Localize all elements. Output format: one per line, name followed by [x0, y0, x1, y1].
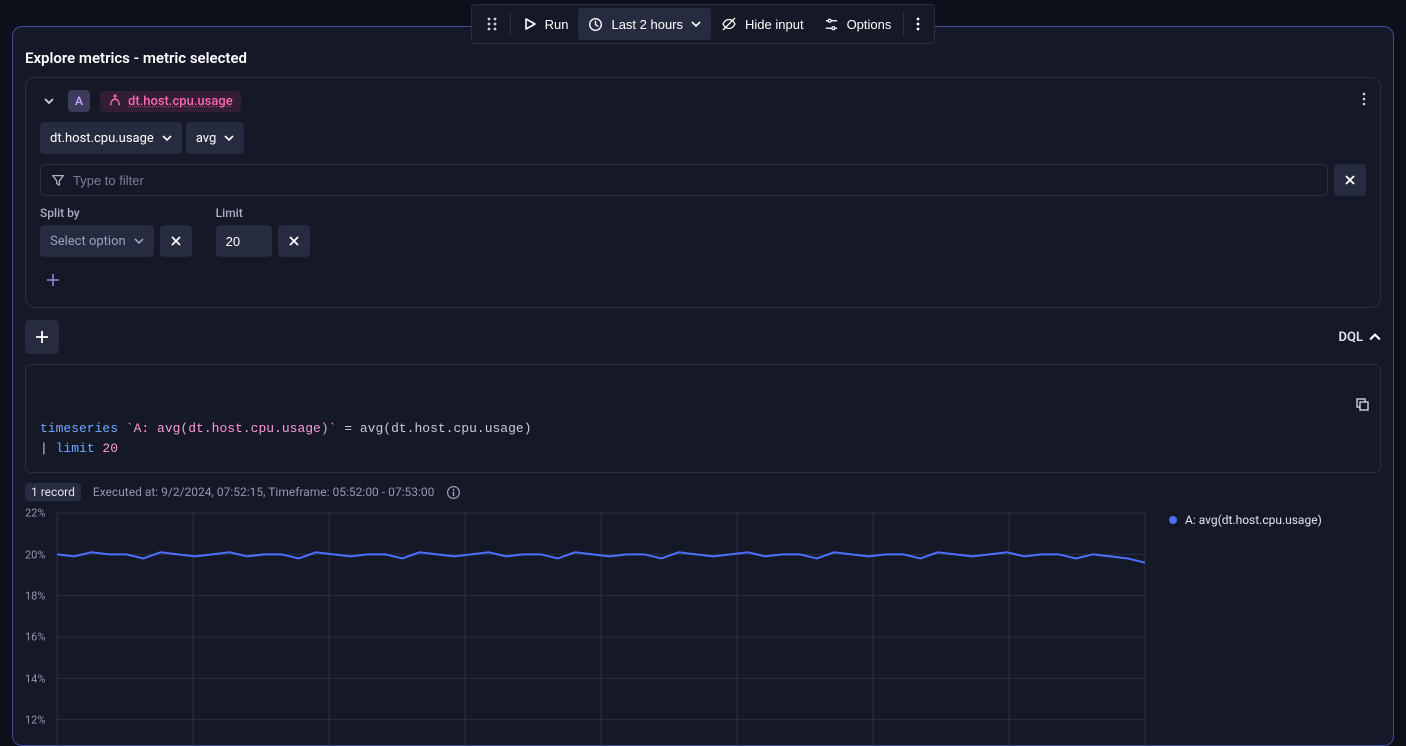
- sliders-icon: [824, 17, 839, 32]
- chevron-down-icon: [224, 133, 234, 143]
- add-split-button[interactable]: [40, 267, 66, 293]
- copy-button[interactable]: [1307, 375, 1370, 440]
- clear-filter-button[interactable]: [1334, 164, 1366, 196]
- metric-selector[interactable]: dt.host.cpu.usage: [40, 122, 182, 154]
- limit-num: 20: [95, 441, 118, 456]
- explore-panel: Explore metrics - metric selected A dt.h…: [12, 26, 1394, 746]
- grip-icon: [486, 17, 498, 31]
- legend-dot-icon: [1169, 516, 1177, 524]
- plus-icon: [34, 329, 50, 345]
- close-icon: [170, 235, 182, 247]
- splitby-placeholder: Select option: [50, 234, 126, 249]
- agg-label: avg: [196, 131, 217, 146]
- splitby-column: Split by Select option: [40, 206, 192, 257]
- metric-chip[interactable]: dt.host.cpu.usage: [100, 91, 241, 112]
- timeframe-button[interactable]: Last 2 hours: [578, 8, 711, 40]
- split-row: Split by Select option Limit: [40, 206, 1366, 257]
- close-icon: [1344, 174, 1356, 186]
- filter-input[interactable]: [73, 173, 1317, 188]
- add-query-button[interactable]: [25, 320, 59, 354]
- toolbar: Run Last 2 hours Hide input Options: [0, 0, 1406, 44]
- metric-name: dt.host.cpu.usage: [128, 94, 233, 109]
- hide-input-label: Hide input: [745, 17, 804, 32]
- more-button[interactable]: [906, 8, 930, 40]
- panel-title: Explore metrics - metric selected: [25, 49, 1381, 67]
- eye-off-icon: [721, 16, 737, 32]
- assign-expr: = avg(dt.host.cpu.usage): [336, 421, 531, 436]
- hide-input-button[interactable]: Hide input: [711, 8, 814, 40]
- clear-limit-button[interactable]: [278, 225, 310, 257]
- pipe: |: [40, 441, 56, 456]
- play-icon: [523, 17, 537, 31]
- kw-timeseries: timeseries: [40, 421, 118, 436]
- dql-code-block: timeseries `A: avg(dt.host.cpu.usage)` =…: [25, 364, 1381, 473]
- kw-limit: limit: [56, 441, 95, 456]
- query-block: A dt.host.cpu.usage dt.host.cpu.usage av…: [25, 77, 1381, 308]
- chevron-down-icon: [691, 19, 701, 29]
- controls-row: dt.host.cpu.usage avg: [40, 122, 1366, 154]
- query-header: A dt.host.cpu.usage: [40, 90, 1366, 112]
- dql-toggle[interactable]: DQL: [1339, 330, 1381, 345]
- executed-text: Executed at: 9/2/2024, 07:52:15, Timefra…: [93, 485, 434, 499]
- under-block: DQL: [25, 320, 1381, 354]
- result-meta: 1 record Executed at: 9/2/2024, 07:52:15…: [25, 483, 1381, 501]
- drag-handle-button[interactable]: [476, 8, 508, 40]
- legend: A: avg(dt.host.cpu.usage): [1151, 507, 1381, 746]
- aggregation-selector[interactable]: avg: [186, 122, 245, 154]
- splitby-label: Split by: [40, 206, 192, 220]
- limit-input[interactable]: [216, 225, 272, 257]
- copy-icon: [1354, 396, 1370, 412]
- chevron-down-icon: [162, 133, 172, 143]
- divider: [903, 12, 904, 36]
- plus-icon: [45, 272, 61, 288]
- chevron-up-icon: [1369, 331, 1381, 343]
- options-button[interactable]: Options: [814, 8, 902, 40]
- limit-label: Limit: [216, 206, 310, 220]
- run-label: Run: [545, 17, 569, 32]
- splitby-selector[interactable]: Select option: [40, 225, 154, 257]
- dql-label: DQL: [1339, 330, 1363, 345]
- clear-splitby-button[interactable]: [160, 225, 192, 257]
- close-icon: [288, 235, 300, 247]
- run-button[interactable]: Run: [513, 8, 579, 40]
- limit-column: Limit: [216, 206, 310, 257]
- legend-item[interactable]: A: avg(dt.host.cpu.usage): [1169, 513, 1381, 527]
- record-count: 1 record: [25, 483, 81, 501]
- filter-input-wrapper[interactable]: [40, 164, 1328, 196]
- legend-text: A: avg(dt.host.cpu.usage): [1185, 513, 1322, 527]
- filter-row: [40, 164, 1366, 196]
- chart-wrap: 22%20%18%16%14%12%10% A: avg(dt.host.cpu…: [25, 507, 1381, 746]
- chevron-down-icon: [134, 236, 144, 246]
- divider: [510, 12, 511, 36]
- filter-icon: [51, 173, 65, 187]
- query-badge: A: [68, 90, 90, 112]
- chart[interactable]: 22%20%18%16%14%12%10%: [25, 507, 1151, 746]
- timeframe-label: Last 2 hours: [611, 17, 683, 32]
- info-icon[interactable]: [446, 485, 461, 500]
- metric-selector-label: dt.host.cpu.usage: [50, 131, 154, 146]
- collapse-button[interactable]: [40, 92, 58, 110]
- clock-icon: [588, 17, 603, 32]
- more-vertical-icon: [916, 17, 920, 31]
- metric-icon: [108, 94, 122, 108]
- block-menu-button[interactable]: [1362, 92, 1366, 110]
- series-def: `A: avg(dt.host.cpu.usage)`: [126, 421, 337, 436]
- options-label: Options: [847, 17, 892, 32]
- toolbar-inner: Run Last 2 hours Hide input Options: [471, 4, 936, 44]
